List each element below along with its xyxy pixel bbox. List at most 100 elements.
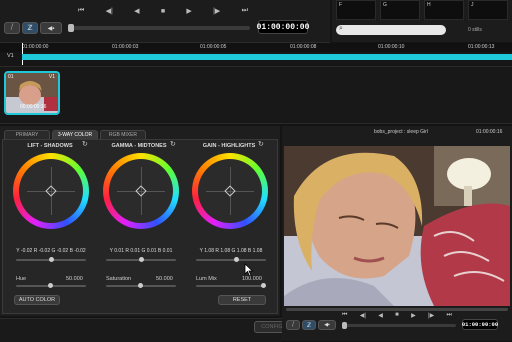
- select-tool-button[interactable]: ℤ: [22, 22, 38, 34]
- play-reverse-icon[interactable]: ◀: [378, 310, 383, 320]
- lift-master-slider[interactable]: [16, 257, 86, 262]
- lum-mix-label: Lum Mix: [196, 276, 217, 282]
- stills-bin: F G H J ⌕ 0 stills: [332, 0, 512, 42]
- bin-slot-h[interactable]: H: [424, 0, 464, 20]
- play-icon[interactable]: ▶: [186, 4, 191, 18]
- gain-color-wheel[interactable]: [192, 153, 268, 229]
- viewer-timecode-top: 01:00:00:16: [476, 129, 503, 135]
- skip-to-end-icon[interactable]: ⏭: [242, 4, 248, 18]
- bin-slot-j[interactable]: J: [468, 0, 508, 20]
- ruler-tick-label: 01:00:00:00: [22, 44, 49, 50]
- saturation-value[interactable]: 50.000: [156, 276, 173, 282]
- lum-mix-slider[interactable]: [196, 283, 266, 288]
- blade-icon: ⧸: [10, 24, 14, 31]
- saturation-knob[interactable]: [138, 283, 143, 288]
- tab-3-way-color[interactable]: 3-WAY COLOR: [52, 130, 98, 139]
- gain-values: Y 1.08 R 1.08 G 1.08 B 1.08: [199, 248, 263, 254]
- saturation-label: Saturation: [106, 276, 132, 282]
- transport-controls: ⏮ ◀| ◀ ■ ▶ |▶ ⏭: [78, 4, 248, 18]
- lum-mix-knob[interactable]: [261, 283, 266, 288]
- bin-slot-label: F: [339, 2, 343, 8]
- hue-value[interactable]: 50.000: [66, 276, 83, 282]
- bin-slot-label: G: [383, 2, 387, 8]
- lift-shadows-title: LIFT - SHADOWS: [27, 143, 73, 149]
- hue-knob[interactable]: [48, 283, 53, 288]
- speaker-icon: ◀▪: [324, 322, 330, 328]
- viewer-jog-slider[interactable]: [342, 322, 456, 329]
- stop-icon[interactable]: ■: [161, 4, 165, 18]
- viewer-video-frame[interactable]: [284, 146, 510, 306]
- gamma-midtones-title: GAMMA - MIDTONES: [111, 143, 167, 149]
- search-field[interactable]: ⌕: [336, 25, 446, 35]
- gamma-values: Y 0.01 R 0.01 G 0.01 B 0.01: [109, 248, 173, 254]
- skip-to-end-icon[interactable]: ⏭: [447, 310, 452, 320]
- speaker-icon: ◀▪: [47, 25, 55, 32]
- stills-count: 0 stills: [468, 27, 482, 33]
- ruler-tick-label: 01:00:00:13: [468, 44, 495, 50]
- viewer-select-button[interactable]: ℤ: [302, 320, 316, 330]
- lift-color-wheel[interactable]: [13, 153, 89, 229]
- gamma-master-slider[interactable]: [106, 257, 176, 262]
- blade-icon: ⧸: [291, 321, 295, 328]
- bin-slot-label: H: [427, 2, 431, 8]
- hue-slider[interactable]: [16, 283, 86, 288]
- viewer-blade-button[interactable]: ⧸: [286, 320, 300, 330]
- transport-bar: ⏮ ◀| ◀ ■ ▶ |▶ ⏭ ⧸ ℤ ◀▪ 01:00:00:00: [0, 0, 330, 43]
- clip-timecode: 00:00:00:16: [20, 104, 47, 110]
- blade-tool-button[interactable]: ⧸: [4, 22, 20, 34]
- gain-master-knob[interactable]: [234, 257, 239, 262]
- gamma-master-knob[interactable]: [139, 257, 144, 262]
- play-icon[interactable]: ▶: [411, 310, 416, 320]
- master-timecode[interactable]: 01:00:00:00: [257, 20, 309, 34]
- tab-primary[interactable]: PRIMARY: [4, 130, 50, 139]
- viewer-panel: bobs_project : sleep Girl 01:00:00:16 ⧸ …: [282, 126, 512, 341]
- jog-handle[interactable]: [68, 24, 74, 32]
- lift-master-knob[interactable]: [49, 257, 54, 262]
- reset-button[interactable]: RESET: [218, 295, 266, 305]
- viewer-timecode[interactable]: 01:00:00:00: [462, 319, 498, 330]
- clip-number: 01: [8, 74, 14, 80]
- mouse-cursor-icon: [244, 263, 254, 277]
- tab-rgb-mixer[interactable]: RGB MIXER: [100, 130, 146, 139]
- reset-gain-icon[interactable]: ↻: [258, 140, 264, 148]
- gain-master-slider[interactable]: [196, 257, 266, 262]
- clip-track: V1: [48, 74, 55, 80]
- ruler-tick-label: 01:00:00:03: [112, 44, 139, 50]
- track-label: V1: [7, 53, 14, 59]
- select-icon: ℤ: [27, 25, 33, 32]
- step-back-icon[interactable]: ◀|: [106, 4, 113, 18]
- auto-color-button[interactable]: AUTO COLOR: [14, 295, 60, 305]
- color-panel: PRIMARY 3-WAY COLOR RGB MIXER LIFT - SHA…: [0, 126, 280, 316]
- timeline-clip[interactable]: [22, 54, 512, 60]
- reset-lift-icon[interactable]: ↻: [82, 140, 88, 148]
- step-back-icon[interactable]: ◀|: [360, 310, 366, 320]
- viewer-audio-button[interactable]: ◀▪: [318, 320, 336, 330]
- audio-button[interactable]: ◀▪: [40, 22, 62, 34]
- clip-thumbnail[interactable]: 01 V1 00:00:00:16: [4, 71, 60, 115]
- bin-slot-f[interactable]: F: [336, 0, 376, 20]
- bin-slot-label: J: [471, 2, 474, 8]
- play-reverse-icon[interactable]: ◀: [134, 4, 139, 18]
- step-forward-icon[interactable]: |▶: [428, 310, 434, 320]
- timeline-track-v1: V1: [0, 43, 512, 66]
- reset-gamma-icon[interactable]: ↻: [170, 140, 176, 148]
- viewer-project-title: bobs_project : sleep Girl: [374, 129, 428, 135]
- skip-to-start-icon[interactable]: ⏮: [342, 310, 347, 320]
- ruler-tick-label: 01:00:00:05: [200, 44, 227, 50]
- ruler-tick-label: 01:00:00:08: [290, 44, 317, 50]
- search-icon: ⌕: [339, 25, 343, 32]
- stop-icon[interactable]: ■: [395, 310, 399, 320]
- viewer-jog-handle[interactable]: [342, 322, 347, 329]
- bin-slot-g[interactable]: G: [380, 0, 420, 20]
- step-forward-icon[interactable]: |▶: [213, 4, 220, 18]
- gamma-color-wheel[interactable]: [103, 153, 179, 229]
- lift-values: Y -0.02 R -0.02 G -0.02 B -0.02: [16, 248, 86, 254]
- hue-label: Hue: [16, 276, 27, 282]
- jog-slider[interactable]: [68, 24, 250, 32]
- saturation-slider[interactable]: [106, 283, 176, 288]
- bottom-bar: CONFIG: [0, 318, 290, 342]
- select-icon: ℤ: [306, 322, 312, 329]
- clip-strip: 01 V1 00:00:00:16: [0, 66, 512, 124]
- skip-to-start-icon[interactable]: ⏮: [78, 4, 84, 18]
- ruler-tick-label: 01:00:00:10: [378, 44, 405, 50]
